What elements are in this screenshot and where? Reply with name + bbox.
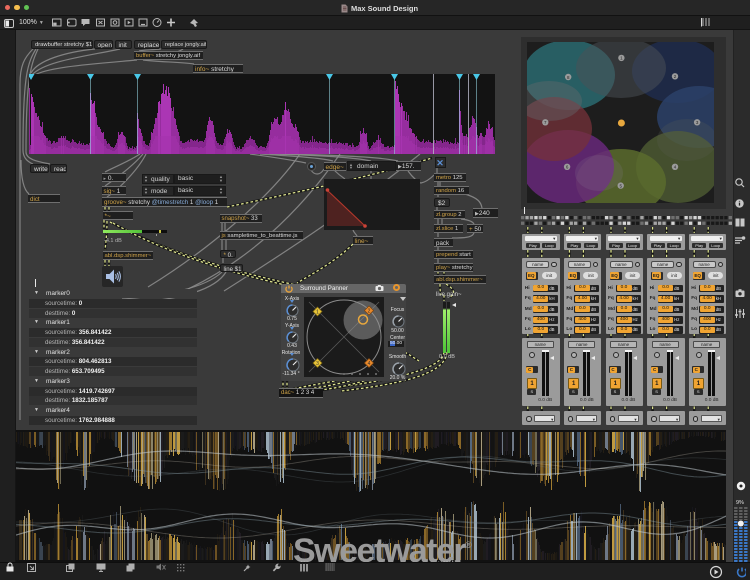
svg-text:9%: 9% <box>736 500 744 506</box>
